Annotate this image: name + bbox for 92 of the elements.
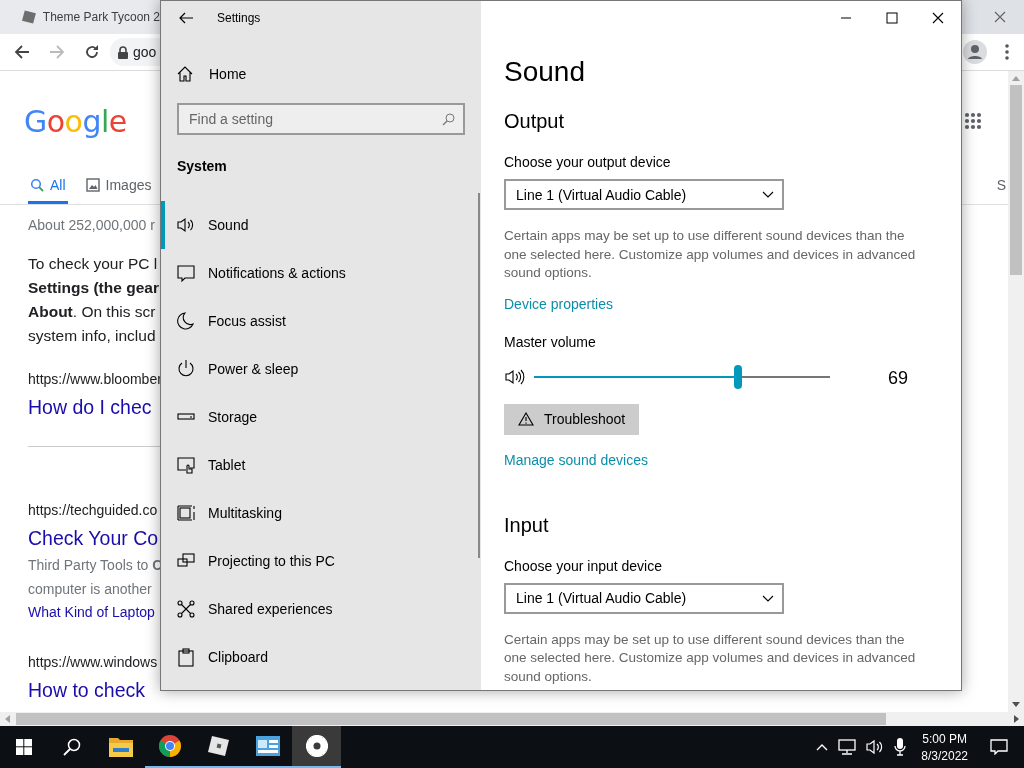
answer-text: To check your PC l — [28, 254, 158, 274]
lock-icon — [118, 45, 128, 59]
result-link[interactable]: How to check — [28, 677, 146, 703]
field-label: Choose your input device — [504, 557, 662, 574]
multitask-icon — [176, 503, 196, 523]
avatar-icon[interactable] — [963, 40, 987, 64]
speech-icon — [176, 263, 196, 283]
home-icon — [177, 66, 193, 82]
notification-icon[interactable] — [990, 739, 1008, 755]
nav-item[interactable]: Focus assist — [161, 297, 478, 345]
nav-item[interactable]: Shared experiences — [161, 585, 478, 633]
nav-item[interactable]: Notifications & actions — [161, 249, 478, 297]
clipboard-icon — [176, 647, 196, 667]
image-icon — [85, 178, 100, 192]
apps-grid-icon[interactable] — [964, 112, 982, 130]
scrollbar-thumb[interactable] — [16, 713, 886, 725]
back-icon[interactable] — [179, 12, 193, 24]
field-label: Master volume — [504, 333, 596, 350]
browser-tab[interactable]: Theme Park Tycoon 2 — [0, 0, 160, 34]
device-dropdown[interactable]: Line 1 (Virtual Audio Cable) — [504, 179, 784, 210]
search-icon — [442, 113, 455, 126]
section-heading: Input — [504, 513, 549, 537]
maximize-icon[interactable] — [886, 12, 898, 24]
nav-item[interactable]: Tablet — [161, 441, 478, 489]
chevron-down-icon — [762, 191, 774, 198]
answer-text: About. On this scr — [28, 302, 156, 322]
result-url: https://techguided.co — [28, 501, 158, 520]
field-label: Choose your output device — [504, 154, 671, 170]
settings-link[interactable]: Device properties — [504, 295, 613, 312]
back-icon[interactable] — [14, 44, 30, 60]
answer-text: system info, includ — [28, 326, 156, 346]
page-title: Sound — [504, 56, 585, 88]
clock[interactable]: 5:00 PM 8/3/2022 — [911, 726, 978, 768]
description-text: Certain apps may be set up to use different sound devices than the one selected here. Customize app volumes and devices in advanced sound options. — [504, 630, 917, 686]
microphone-icon[interactable] — [894, 738, 907, 756]
scrollbar-thumb[interactable] — [1010, 85, 1022, 275]
chevron-down-icon — [762, 594, 774, 602]
result-link[interactable]: How do I chec — [28, 394, 152, 420]
network-icon[interactable] — [838, 739, 857, 755]
folder-icon — [108, 735, 133, 757]
nav-item[interactable]: Projecting to this PC — [161, 537, 478, 585]
app-window-icon — [255, 736, 280, 756]
result-url: https://www.windows — [28, 653, 158, 672]
section-heading: System — [176, 158, 228, 174]
description-text: Certain apps may be set up to use different sound devices than the one selected here. Customize app volumes and devices in advanced sound options. — [504, 227, 917, 282]
volume-slider[interactable] — [534, 364, 830, 389]
warning-icon — [518, 412, 534, 426]
search-field[interactable]: Find a setting — [177, 103, 465, 135]
tablet-icon — [176, 455, 196, 475]
close-icon[interactable] — [932, 12, 944, 24]
moon-icon — [176, 311, 196, 331]
power-icon — [176, 359, 196, 379]
nav-item[interactable]: Power & sleep — [161, 345, 478, 393]
home-link[interactable]: Home — [161, 66, 481, 82]
nav-item[interactable]: Clipboard — [161, 633, 478, 681]
answer-text: Settings (the gear — [28, 278, 159, 298]
taskbar-app[interactable] — [292, 726, 341, 768]
search-tab[interactable]: S — [994, 169, 1008, 204]
windows-icon — [16, 739, 32, 755]
reload-icon[interactable] — [84, 44, 100, 60]
device-dropdown[interactable]: Line 1 (Virtual Audio Cable) — [504, 582, 784, 614]
troubleshoot-button[interactable]: Troubleshoot — [504, 403, 640, 435]
nav-item[interactable]: Multitasking — [161, 489, 478, 537]
scroll-right-icon[interactable] — [1014, 715, 1020, 723]
result-url: https://www.bloomber — [28, 370, 162, 389]
window-title: Settings — [217, 11, 261, 25]
shared-icon — [176, 599, 196, 619]
nav-item[interactable]: Storage — [161, 393, 478, 441]
volume-icon[interactable] — [866, 739, 885, 755]
search-tab[interactable]: All — [28, 169, 68, 204]
horizontal-scrollbar[interactable] — [0, 712, 1024, 726]
slider-thumb[interactable] — [734, 364, 743, 389]
speaker-icon — [176, 215, 196, 235]
vertical-scrollbar[interactable] — [1008, 71, 1024, 712]
chevron-up-icon[interactable] — [816, 743, 829, 751]
volume-value: 69 — [888, 368, 909, 389]
search-icon — [63, 738, 81, 756]
address-bar[interactable]: goo — [110, 38, 160, 66]
result-count: About 252,000,000 r — [28, 216, 155, 235]
menu-icon[interactable] — [1005, 44, 1009, 60]
speaker-icon — [504, 367, 526, 386]
google-logo[interactable]: Google — [24, 103, 127, 139]
result-link[interactable]: Check Your Co — [28, 525, 159, 551]
result-snippet: computer is another — [28, 580, 152, 599]
chrome-icon — [157, 734, 182, 758]
section-heading: Output — [504, 110, 565, 133]
search-icon — [30, 178, 44, 192]
settings-link[interactable]: Manage sound devices — [504, 451, 648, 468]
scroll-down-icon[interactable] — [1012, 702, 1020, 708]
scrollbar[interactable] — [478, 193, 480, 558]
search-tab[interactable]: Images — [83, 169, 154, 204]
sitelink[interactable]: What Kind of Laptop — [28, 601, 155, 623]
